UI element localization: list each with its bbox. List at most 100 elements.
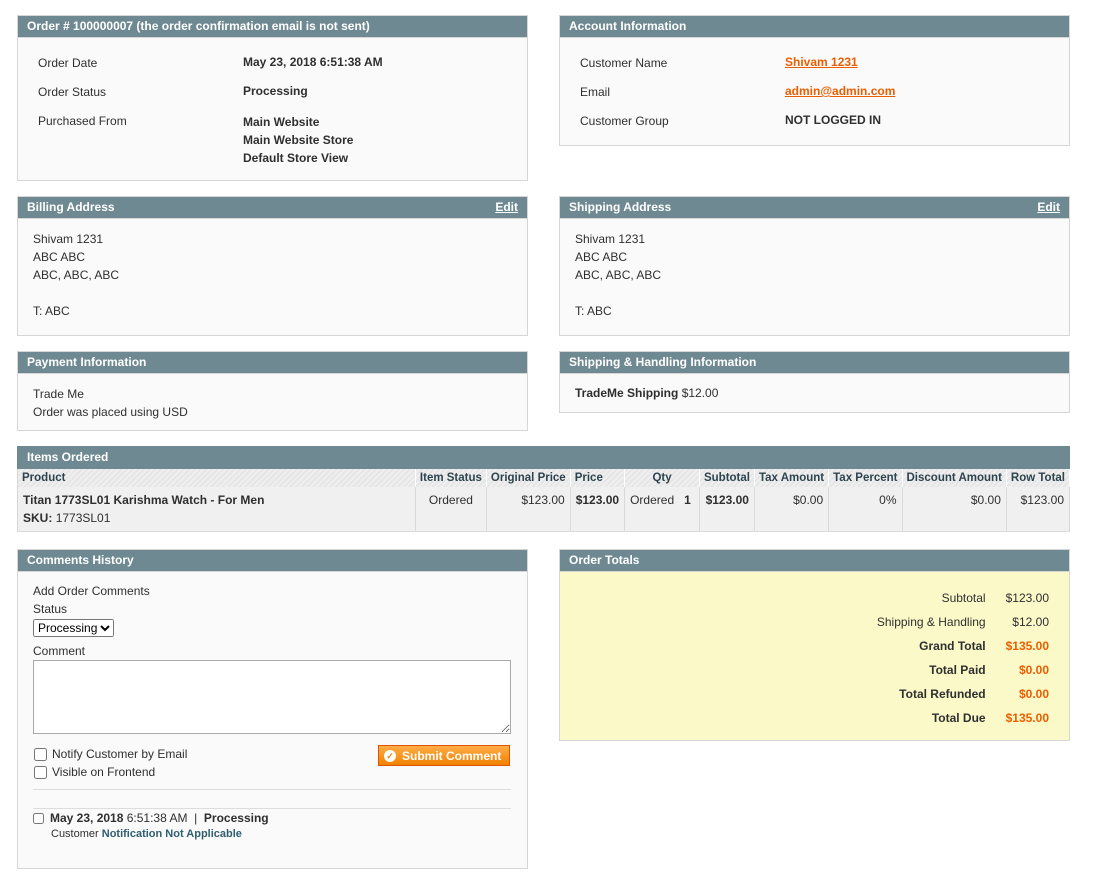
billing-line: ABC ABC [33,250,86,264]
history-time: 6:51:38 AM [126,811,188,825]
col-item-status: Item Status [415,469,487,487]
totals-row-total-paid: Total Paid $0.00 [929,663,1049,677]
visible-frontend-label: Visible on Frontend [52,765,156,779]
items-ordered-section: Items Ordered Product Item Status Origin… [17,446,1071,532]
purchased-store: Main Website Store [243,133,354,147]
add-comments-label: Add Order Comments [33,584,150,598]
shipping-line [575,284,1054,302]
history-customer-label: Customer [51,828,99,840]
col-original-price: Original Price [486,469,571,487]
original-price-cell: $123.00 [486,487,571,532]
order-info-header: Order # 100000007 (the order confirmatio… [18,16,527,38]
history-status: Processing [203,811,269,825]
billing-address-title: Billing Address [27,200,115,214]
totals-row-total-refunded: Total Refunded $0.00 [899,687,1049,701]
price-cell: $123.00 [570,487,626,532]
billing-address-lines: Shivam 1231 ABC ABC ABC, ABC, ABC T: ABC [18,219,527,330]
sku-label: SKU: [23,511,53,525]
billing-edit-link[interactable]: Edit [495,197,518,218]
history-entry: May 23, 2018 6:51:38 AM | Processing Cus… [33,808,511,840]
account-info-box: Account Information Customer Name Shivam… [559,15,1070,146]
order-info-box: Order # 100000007 (the order confirmatio… [17,15,528,181]
purchased-website: Main Website [243,115,320,129]
submit-comment-label: Submit Comment [402,748,502,763]
shipping-address-title: Shipping Address [569,200,672,214]
comment-label: Comment [33,644,86,658]
col-row-total: Row Total [1006,469,1071,487]
totals-row-subtotal: Subtotal $123.00 [941,591,1049,605]
shipping-line: T: ABC [575,304,612,318]
billing-line: Shivam 1231 [33,232,104,246]
row-total-cell: $123.00 [1006,487,1070,532]
shipping-line: ABC, ABC, ABC [575,268,662,282]
history-entry-checkbox[interactable] [33,812,44,824]
billing-address-header: Billing Address Edit [18,197,527,219]
customer-group-value: NOT LOGGED IN [785,113,881,127]
shipping-address-lines: Shivam 1231 ABC ABC ABC, ABC, ABC T: ABC [560,219,1069,330]
qty-value: 1 [684,493,691,507]
order-totals-table: Subtotal $123.00 Shipping & Handling $12.0… [857,586,1049,730]
customer-name-link[interactable]: Shivam 1231 [785,55,858,69]
totals-row-grand-total: Grand Total $135.00 [919,639,1049,653]
payment-info-box: Payment Information Trade Me Order was p… [17,351,528,431]
purchased-from-value: Main Website Main Website Store Default … [243,113,353,167]
status-select[interactable]: Processing [33,619,114,637]
col-price: Price [570,469,626,487]
shipping-handling-header: Shipping & Handling Information [560,352,1069,374]
order-date-label: Order Date [38,56,98,70]
totals-row-shipping: Shipping & Handling $12.00 [876,615,1049,629]
visible-frontend-checkbox[interactable] [34,765,47,779]
shipping-edit-link[interactable]: Edit [1037,197,1060,218]
customer-group-label: Customer Group [580,114,669,128]
customer-email-link[interactable]: admin@admin.com [785,84,895,98]
item-status-cell: Ordered [415,487,487,532]
email-label: Email [580,85,611,99]
shipping-line: Shivam 1231 [575,232,646,246]
product-cell: Titan 1773SL01 Karishma Watch - For Men … [17,487,416,532]
notify-customer-label: Notify Customer by Email [52,747,188,761]
history-date: May 23, 2018 [50,811,124,825]
purchased-from-label: Purchased From [38,114,127,128]
notify-customer-checkbox[interactable] [34,747,47,761]
col-subtotal: Subtotal [699,469,755,487]
items-table-header-row: Product Item Status Original Price Price… [17,469,1071,487]
col-tax-percent: Tax Percent [828,469,903,487]
billing-line: T: ABC [33,304,70,318]
tax-amount-cell: $0.00 [754,487,830,532]
order-totals-header: Order Totals [560,550,1069,572]
qty-label: Ordered [630,493,675,507]
tax-percent-cell: 0% [828,487,903,532]
history-separator: | [194,811,198,825]
col-discount-amount: Discount Amount [902,469,1007,487]
billing-address-box: Billing Address Edit Shivam 1231 ABC ABC… [17,196,528,336]
shipping-address-header: Shipping Address Edit [560,197,1069,219]
qty-cell: Ordered 1 [624,487,700,532]
shipping-address-box: Shipping Address Edit Shivam 1231 ABC AB… [559,196,1070,336]
order-status-value: Processing [243,84,308,98]
comment-textarea[interactable] [33,660,511,734]
submit-comment-button[interactable]: ✓ Submit Comment [378,745,511,766]
check-icon: ✓ [384,749,396,762]
order-status-label: Order Status [38,85,107,99]
shipping-price: $12.00 [681,386,719,400]
history-notification-status: Notification Not Applicable [101,828,242,840]
subtotal-cell: $123.00 [699,487,755,532]
billing-line: ABC, ABC, ABC [33,268,120,282]
items-ordered-header: Items Ordered [17,446,1070,469]
order-date-value: May 23, 2018 6:51:38 AM [243,55,383,69]
comments-history-header: Comments History [18,550,527,572]
shipping-line: ABC ABC [575,250,628,264]
history-divider [33,789,511,790]
order-totals-box: Order Totals Subtotal $123.00 Shipping & … [559,549,1070,741]
items-table: Product Item Status Original Price Price… [17,469,1071,532]
customer-name-label: Customer Name [580,56,668,70]
product-name: Titan 1773SL01 Karishma Watch - For Men [23,493,265,507]
shipping-handling-box: Shipping & Handling Information TradeMe … [559,351,1070,413]
col-qty: Qty [624,469,700,487]
account-info-header: Account Information [560,16,1069,38]
col-product: Product [17,469,416,487]
notify-customer-row: Notify Customer by Email [34,745,187,763]
payment-method: Trade Me [33,387,84,401]
totals-row-total-due: Total Due $135.00 [931,711,1049,725]
table-row: Titan 1773SL01 Karishma Watch - For Men … [17,487,1070,532]
